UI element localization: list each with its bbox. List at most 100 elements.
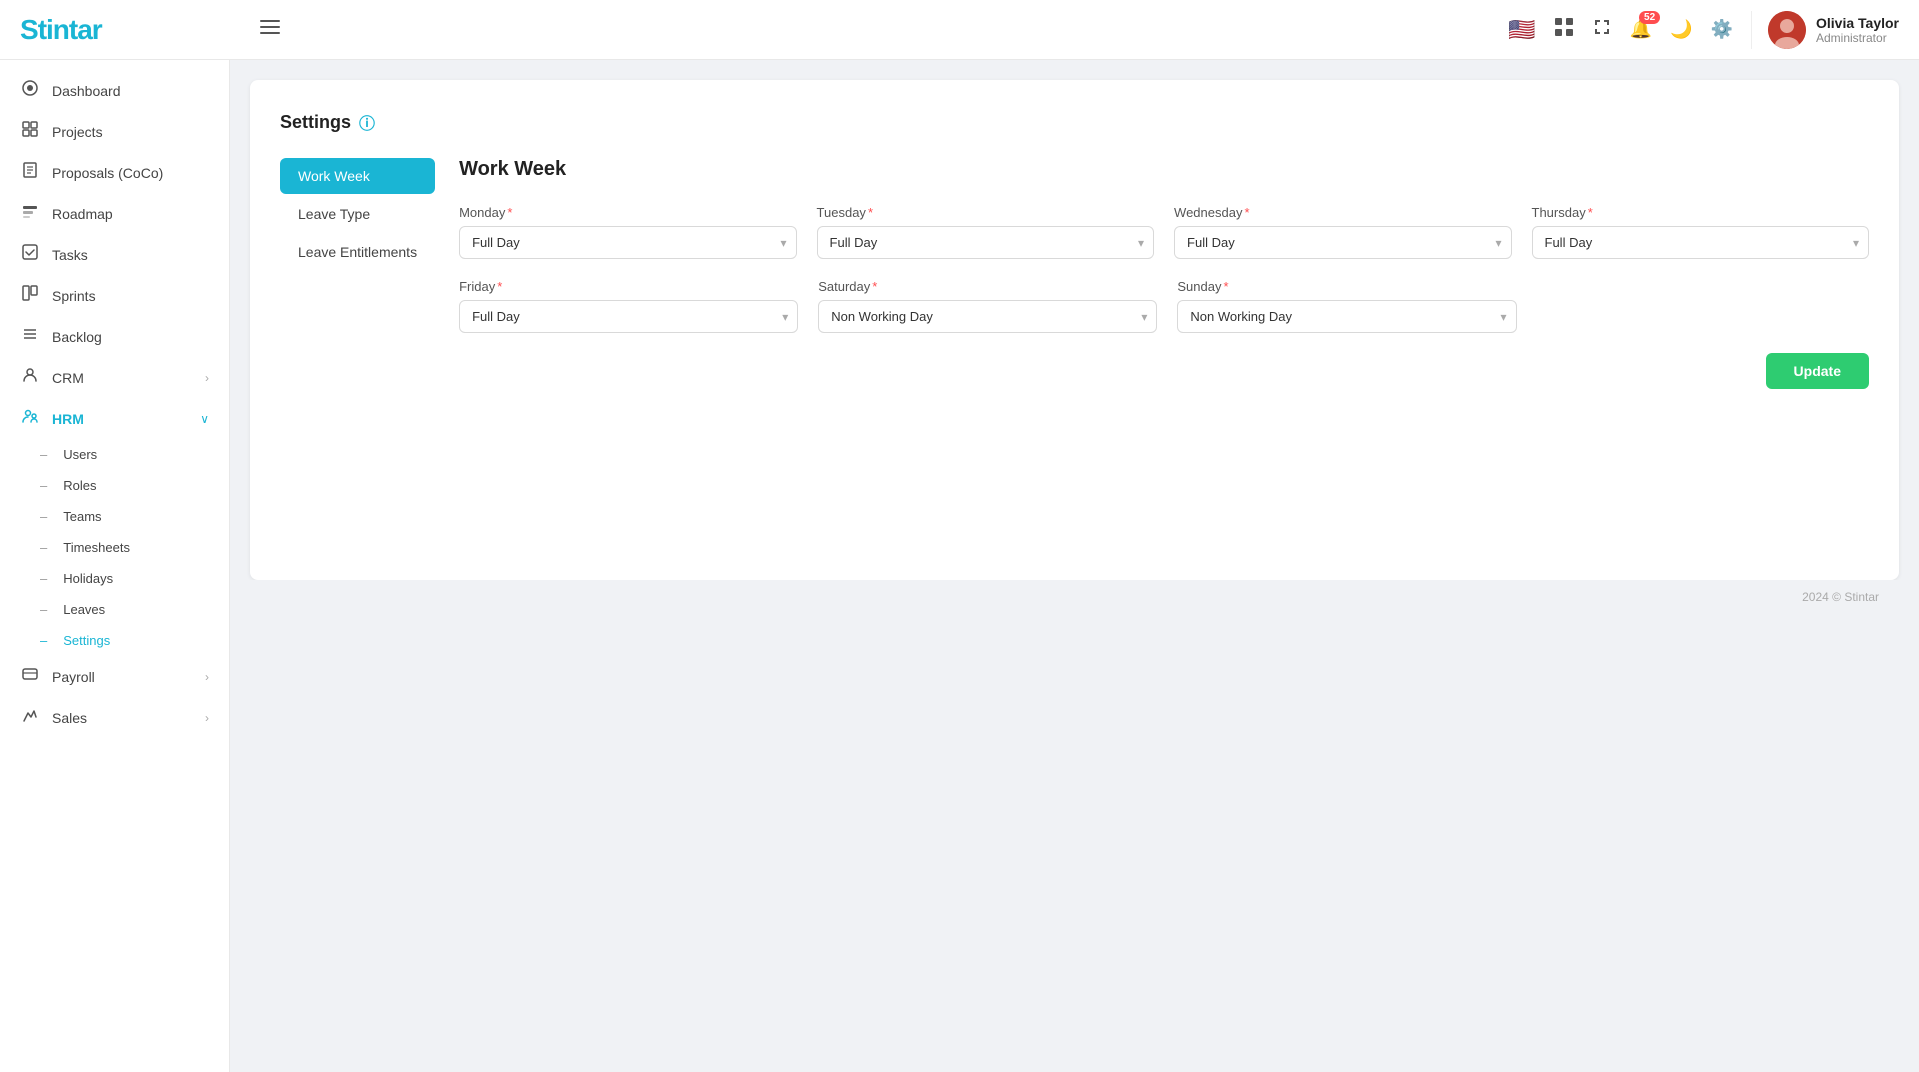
sidebar-label-dashboard: Dashboard (52, 83, 121, 99)
sidebar-item-tasks[interactable]: Tasks (0, 234, 229, 275)
sidebar-label-roles: Roles (63, 478, 96, 493)
sprints-icon (20, 285, 40, 306)
settings-icon[interactable]: ⚙️ (1711, 19, 1733, 40)
saturday-select-wrapper: Full Day Half Day Non Working Day (818, 300, 1157, 333)
sidebar-label-hrm: HRM (52, 411, 84, 427)
sidebar-item-payroll[interactable]: Payroll › (0, 656, 229, 697)
sidebar-item-sprints[interactable]: Sprints (0, 275, 229, 316)
sidebar-item-leaves[interactable]: – Leaves (0, 594, 229, 625)
settings-content: Work Week Monday* Full Day Half Day (459, 158, 1869, 389)
logo: Stintar (20, 14, 240, 46)
monday-select-wrapper: Full Day Half Day Non Working Day (459, 226, 796, 259)
notification-badge: 52 (1639, 11, 1660, 24)
sidebar-item-crm[interactable]: CRM › (0, 357, 229, 398)
update-row: Update (459, 353, 1869, 389)
monday-select[interactable]: Full Day Half Day Non Working Day (459, 226, 796, 259)
sidebar-item-sales[interactable]: Sales › (0, 697, 229, 738)
wednesday-select-wrapper: Full Day Half Day Non Working Day (1174, 226, 1511, 259)
tuesday-select-wrapper: Full Day Half Day Non Working Day (817, 226, 1154, 259)
footer-text: 2024 © Stintar (1802, 590, 1879, 604)
tuesday-field: Tuesday* Full Day Half Day Non Working D… (817, 205, 1154, 259)
sidebar-item-users[interactable]: – Users (0, 439, 229, 470)
notification-icon[interactable]: 🔔 52 (1630, 19, 1652, 40)
user-info: Olivia Taylor Administrator (1751, 11, 1899, 49)
settings-tabs: Work Week Leave Type Leave Entitlements (280, 158, 435, 389)
thursday-label: Thursday* (1532, 205, 1869, 220)
sidebar-label-sprints: Sprints (52, 288, 96, 304)
sidebar-label-teams: Teams (63, 509, 101, 524)
day-grid-row1: Monday* Full Day Half Day Non Working Da… (459, 205, 1869, 259)
sidebar-item-roles[interactable]: – Roles (0, 470, 229, 501)
sidebar-item-proposals[interactable]: Proposals (CoCo) (0, 152, 229, 193)
friday-label: Friday* (459, 279, 798, 294)
sidebar-label-backlog: Backlog (52, 329, 102, 345)
day-grid-row2: Friday* Full Day Half Day Non Working Da… (459, 279, 1516, 333)
page-title: Settings (280, 112, 351, 133)
hamburger-icon[interactable] (260, 17, 280, 43)
sidebar-label-leaves: Leaves (63, 602, 105, 617)
sidebar-item-holidays[interactable]: – Holidays (0, 563, 229, 594)
content-title: Work Week (459, 158, 1869, 181)
sidebar-label-holidays: Holidays (63, 571, 113, 586)
sunday-select[interactable]: Full Day Half Day Non Working Day (1177, 300, 1516, 333)
crm-chevron-icon: › (205, 371, 209, 385)
friday-select[interactable]: Full Day Half Day Non Working Day (459, 300, 798, 333)
payroll-icon (20, 666, 40, 687)
sales-icon (20, 707, 40, 728)
header: Stintar 🇺🇸 🔔 5 (0, 0, 1919, 60)
friday-select-wrapper: Full Day Half Day Non Working Day (459, 300, 798, 333)
projects-icon (20, 121, 40, 142)
header-left: Stintar (20, 14, 280, 46)
sidebar-label-tasks: Tasks (52, 247, 88, 263)
flag-icon[interactable]: 🇺🇸 (1508, 17, 1535, 43)
sidebar-label-sales: Sales (52, 710, 87, 726)
saturday-select[interactable]: Full Day Half Day Non Working Day (818, 300, 1157, 333)
logo-text: Stintar (20, 14, 102, 46)
sidebar-item-teams[interactable]: – Teams (0, 501, 229, 532)
user-role: Administrator (1816, 31, 1899, 45)
settings-title-row: Settings ⓘ (280, 110, 1869, 134)
main-content: Settings ⓘ Work Week Leave Type Leave En… (230, 60, 1919, 1072)
sunday-select-wrapper: Full Day Half Day Non Working Day (1177, 300, 1516, 333)
sales-chevron-icon: › (205, 711, 209, 725)
info-icon: ⓘ (359, 110, 375, 134)
sunday-field: Sunday* Full Day Half Day Non Working Da… (1177, 279, 1516, 333)
wednesday-field: Wednesday* Full Day Half Day Non Working… (1174, 205, 1511, 259)
crm-icon (20, 367, 40, 388)
sidebar-item-projects[interactable]: Projects (0, 111, 229, 152)
sidebar: Dashboard Projects Proposals (CoCo) Road… (0, 60, 230, 1072)
tab-work-week[interactable]: Work Week (280, 158, 435, 194)
update-button[interactable]: Update (1766, 353, 1869, 389)
thursday-select-wrapper: Full Day Half Day Non Working Day (1532, 226, 1869, 259)
sidebar-item-backlog[interactable]: Backlog (0, 316, 229, 357)
sunday-label: Sunday* (1177, 279, 1516, 294)
apps-icon[interactable] (1554, 17, 1574, 42)
sidebar-label-crm: CRM (52, 370, 84, 386)
sidebar-label-settings: Settings (63, 633, 110, 648)
hrm-chevron-icon: ∨ (200, 412, 209, 426)
monday-field: Monday* Full Day Half Day Non Working Da… (459, 205, 796, 259)
tuesday-select[interactable]: Full Day Half Day Non Working Day (817, 226, 1154, 259)
sidebar-item-timesheets[interactable]: – Timesheets (0, 532, 229, 563)
sidebar-label-users: Users (63, 447, 97, 462)
tab-leave-type[interactable]: Leave Type (280, 196, 435, 232)
user-name: Olivia Taylor (1816, 15, 1899, 31)
sidebar-item-settings[interactable]: – Settings (0, 625, 229, 656)
hrm-icon (20, 408, 40, 429)
sidebar-item-hrm[interactable]: HRM ∨ (0, 398, 229, 439)
settings-layout: Work Week Leave Type Leave Entitlements … (280, 158, 1869, 389)
tasks-icon (20, 244, 40, 265)
tab-leave-entitlements[interactable]: Leave Entitlements (280, 234, 435, 270)
saturday-label: Saturday* (818, 279, 1157, 294)
monday-label: Monday* (459, 205, 796, 220)
theme-icon[interactable]: 🌙 (1670, 19, 1692, 40)
sidebar-item-dashboard[interactable]: Dashboard (0, 70, 229, 111)
sidebar-item-roadmap[interactable]: Roadmap (0, 193, 229, 234)
expand-icon[interactable] (1592, 17, 1612, 42)
settings-card: Settings ⓘ Work Week Leave Type Leave En… (250, 80, 1899, 580)
avatar (1768, 11, 1806, 49)
layout: Dashboard Projects Proposals (CoCo) Road… (0, 60, 1919, 1072)
thursday-select[interactable]: Full Day Half Day Non Working Day (1532, 226, 1869, 259)
backlog-icon (20, 326, 40, 347)
wednesday-select[interactable]: Full Day Half Day Non Working Day (1174, 226, 1511, 259)
